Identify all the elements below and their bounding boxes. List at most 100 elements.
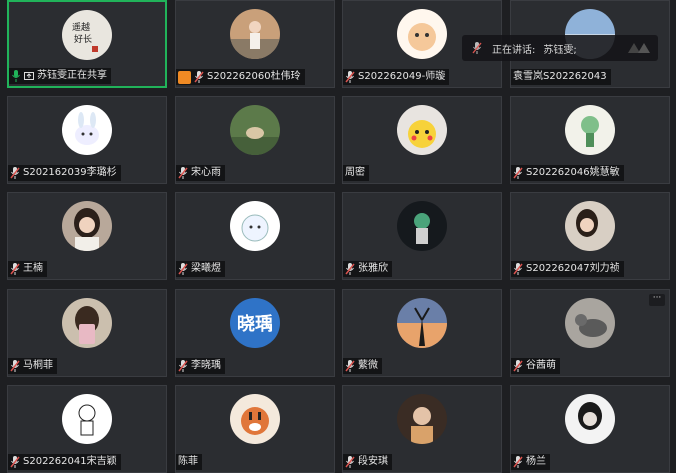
participant-name: 袁雪岚S202262043 xyxy=(513,71,607,82)
participant-name: 李晓瑀 xyxy=(191,360,221,371)
participant-tile[interactable]: 宋心雨 xyxy=(175,96,335,184)
mic-muted-icon xyxy=(345,71,355,83)
participant-name: S202262047刘力祯 xyxy=(526,263,620,274)
mic-muted-icon xyxy=(10,263,20,275)
more-options-button[interactable]: ··· xyxy=(649,294,665,306)
participant-name-bar: S202162039李璐杉 xyxy=(8,165,121,181)
avatar xyxy=(565,105,615,155)
participant-name-bar: 苏钰雯正在共享 xyxy=(9,68,111,84)
speaking-label: 正在讲话: xyxy=(492,44,536,56)
avatar xyxy=(397,298,447,348)
participant-tile[interactable]: S202262047刘力祯 xyxy=(510,192,670,280)
participant-name-bar: S202262041宋吉颖 xyxy=(8,454,121,470)
participant-tile[interactable]: 晓瑀李晓瑀 xyxy=(175,289,335,377)
participant-tile[interactable]: S202262046姚慧敏 xyxy=(510,96,670,184)
participant-name: S202262060杜伟玲 xyxy=(207,71,301,82)
participant-tile[interactable]: 周密 xyxy=(342,96,502,184)
avatar xyxy=(565,201,615,251)
initials-avatar: 晓瑀 xyxy=(230,298,280,348)
participant-name: 谷茜萌 xyxy=(526,360,556,371)
participant-name: S202162039李璐杉 xyxy=(23,167,117,178)
avatar xyxy=(62,298,112,348)
speaker-mic-icon xyxy=(462,42,492,54)
participant-name-bar: 王楠 xyxy=(8,261,47,277)
participant-name-bar: 梁曦煜 xyxy=(176,261,225,277)
avatar xyxy=(230,394,280,444)
participant-name-bar: 宋心雨 xyxy=(176,165,225,181)
participant-name-bar: S202262046姚慧敏 xyxy=(511,165,624,181)
participant-name-bar: 蘩微 xyxy=(343,358,382,374)
participant-name: 杨兰 xyxy=(526,456,546,467)
avatar: 遥越 好长 xyxy=(62,10,112,60)
participant-name-bar: 李晓瑀 xyxy=(176,358,225,374)
mic-muted-icon xyxy=(194,71,204,83)
mic-muted-icon xyxy=(513,456,523,468)
participant-tile[interactable]: 王楠 xyxy=(7,192,167,280)
participant-tile[interactable]: 蘩微 xyxy=(342,289,502,377)
participant-tile[interactable]: 马桐菲 xyxy=(7,289,167,377)
mic-muted-icon xyxy=(513,360,523,372)
mic-muted-icon xyxy=(345,456,355,468)
avatar xyxy=(397,105,447,155)
participant-name: S202262049-师璇 xyxy=(358,71,446,82)
mic-muted-icon xyxy=(10,360,20,372)
participant-name-bar: 马桐菲 xyxy=(8,358,57,374)
avatar xyxy=(397,394,447,444)
avatar xyxy=(397,9,447,59)
participant-name: 马桐菲 xyxy=(23,360,53,371)
participant-name: 段安琪 xyxy=(358,456,388,467)
participant-name-bar: 谷茜萌 xyxy=(511,358,560,374)
participant-tile[interactable]: ··· 谷茜萌 xyxy=(510,289,670,377)
mic-muted-icon xyxy=(345,263,355,275)
participant-name: S202262046姚慧敏 xyxy=(526,167,620,178)
participant-tile[interactable]: 梁曦煜 xyxy=(175,192,335,280)
mic-on-icon xyxy=(11,70,21,82)
participant-tile[interactable]: 段安琪 xyxy=(342,385,502,473)
participant-name: 宋心雨 xyxy=(191,167,221,178)
participant-tile[interactable]: 杨兰 xyxy=(510,385,670,473)
mic-muted-icon xyxy=(178,360,188,372)
participant-name-bar: S202262047刘力祯 xyxy=(511,261,624,277)
participant-name: 王楠 xyxy=(23,263,43,274)
participant-tile[interactable]: S202262041宋吉颖 xyxy=(7,385,167,473)
participant-name-bar: 张雅欣 xyxy=(343,261,392,277)
participant-grid: 遥越 好长苏钰雯正在共享 S202262060杜伟玲 S202262049-师璇 袁雪岚… xyxy=(0,0,676,473)
screen-share-icon xyxy=(24,71,34,81)
avatar xyxy=(230,9,280,59)
participant-name: 蘩微 xyxy=(358,360,378,371)
avatar xyxy=(397,201,447,251)
mic-muted-icon xyxy=(178,263,188,275)
mic-muted-icon xyxy=(513,167,523,179)
mic-muted-icon xyxy=(345,360,355,372)
participant-tile[interactable]: S202262060杜伟玲 xyxy=(175,0,335,88)
user-badge-icon xyxy=(178,70,191,84)
participant-tile[interactable]: S202162039李璐杉 xyxy=(7,96,167,184)
participant-name: 陈菲 xyxy=(178,456,198,467)
participant-name-bar: 段安琪 xyxy=(343,454,392,470)
speaking-indicator: 正在讲话: 苏钰雯; xyxy=(462,35,658,61)
avatar xyxy=(62,105,112,155)
svg-text:遥越: 遥越 xyxy=(72,21,90,33)
avatar xyxy=(230,105,280,155)
participant-name-bar: S202262049-师璇 xyxy=(343,69,450,85)
mic-muted-icon xyxy=(10,167,20,179)
avatar xyxy=(565,394,615,444)
mic-muted-icon xyxy=(10,456,20,468)
participant-tile[interactable]: 遥越 好长苏钰雯正在共享 xyxy=(7,0,167,88)
participant-name-bar: 袁雪岚S202262043 xyxy=(511,69,611,85)
participant-tile[interactable]: 陈菲 xyxy=(175,385,335,473)
mic-muted-icon xyxy=(178,167,188,179)
speaking-name: 苏钰雯; xyxy=(543,44,577,56)
participant-name-bar: 陈菲 xyxy=(176,454,202,470)
avatar xyxy=(230,201,280,251)
avatar xyxy=(565,298,615,348)
participant-name: 梁曦煜 xyxy=(191,263,221,274)
participant-name-bar: 杨兰 xyxy=(511,454,550,470)
svg-text:好长: 好长 xyxy=(74,33,92,45)
participant-name: S202262041宋吉颖 xyxy=(23,456,117,467)
participant-tile[interactable]: 张雅欣 xyxy=(342,192,502,280)
avatar xyxy=(62,394,112,444)
participant-name: 周密 xyxy=(345,167,365,178)
mic-muted-icon xyxy=(513,263,523,275)
avatar xyxy=(62,201,112,251)
